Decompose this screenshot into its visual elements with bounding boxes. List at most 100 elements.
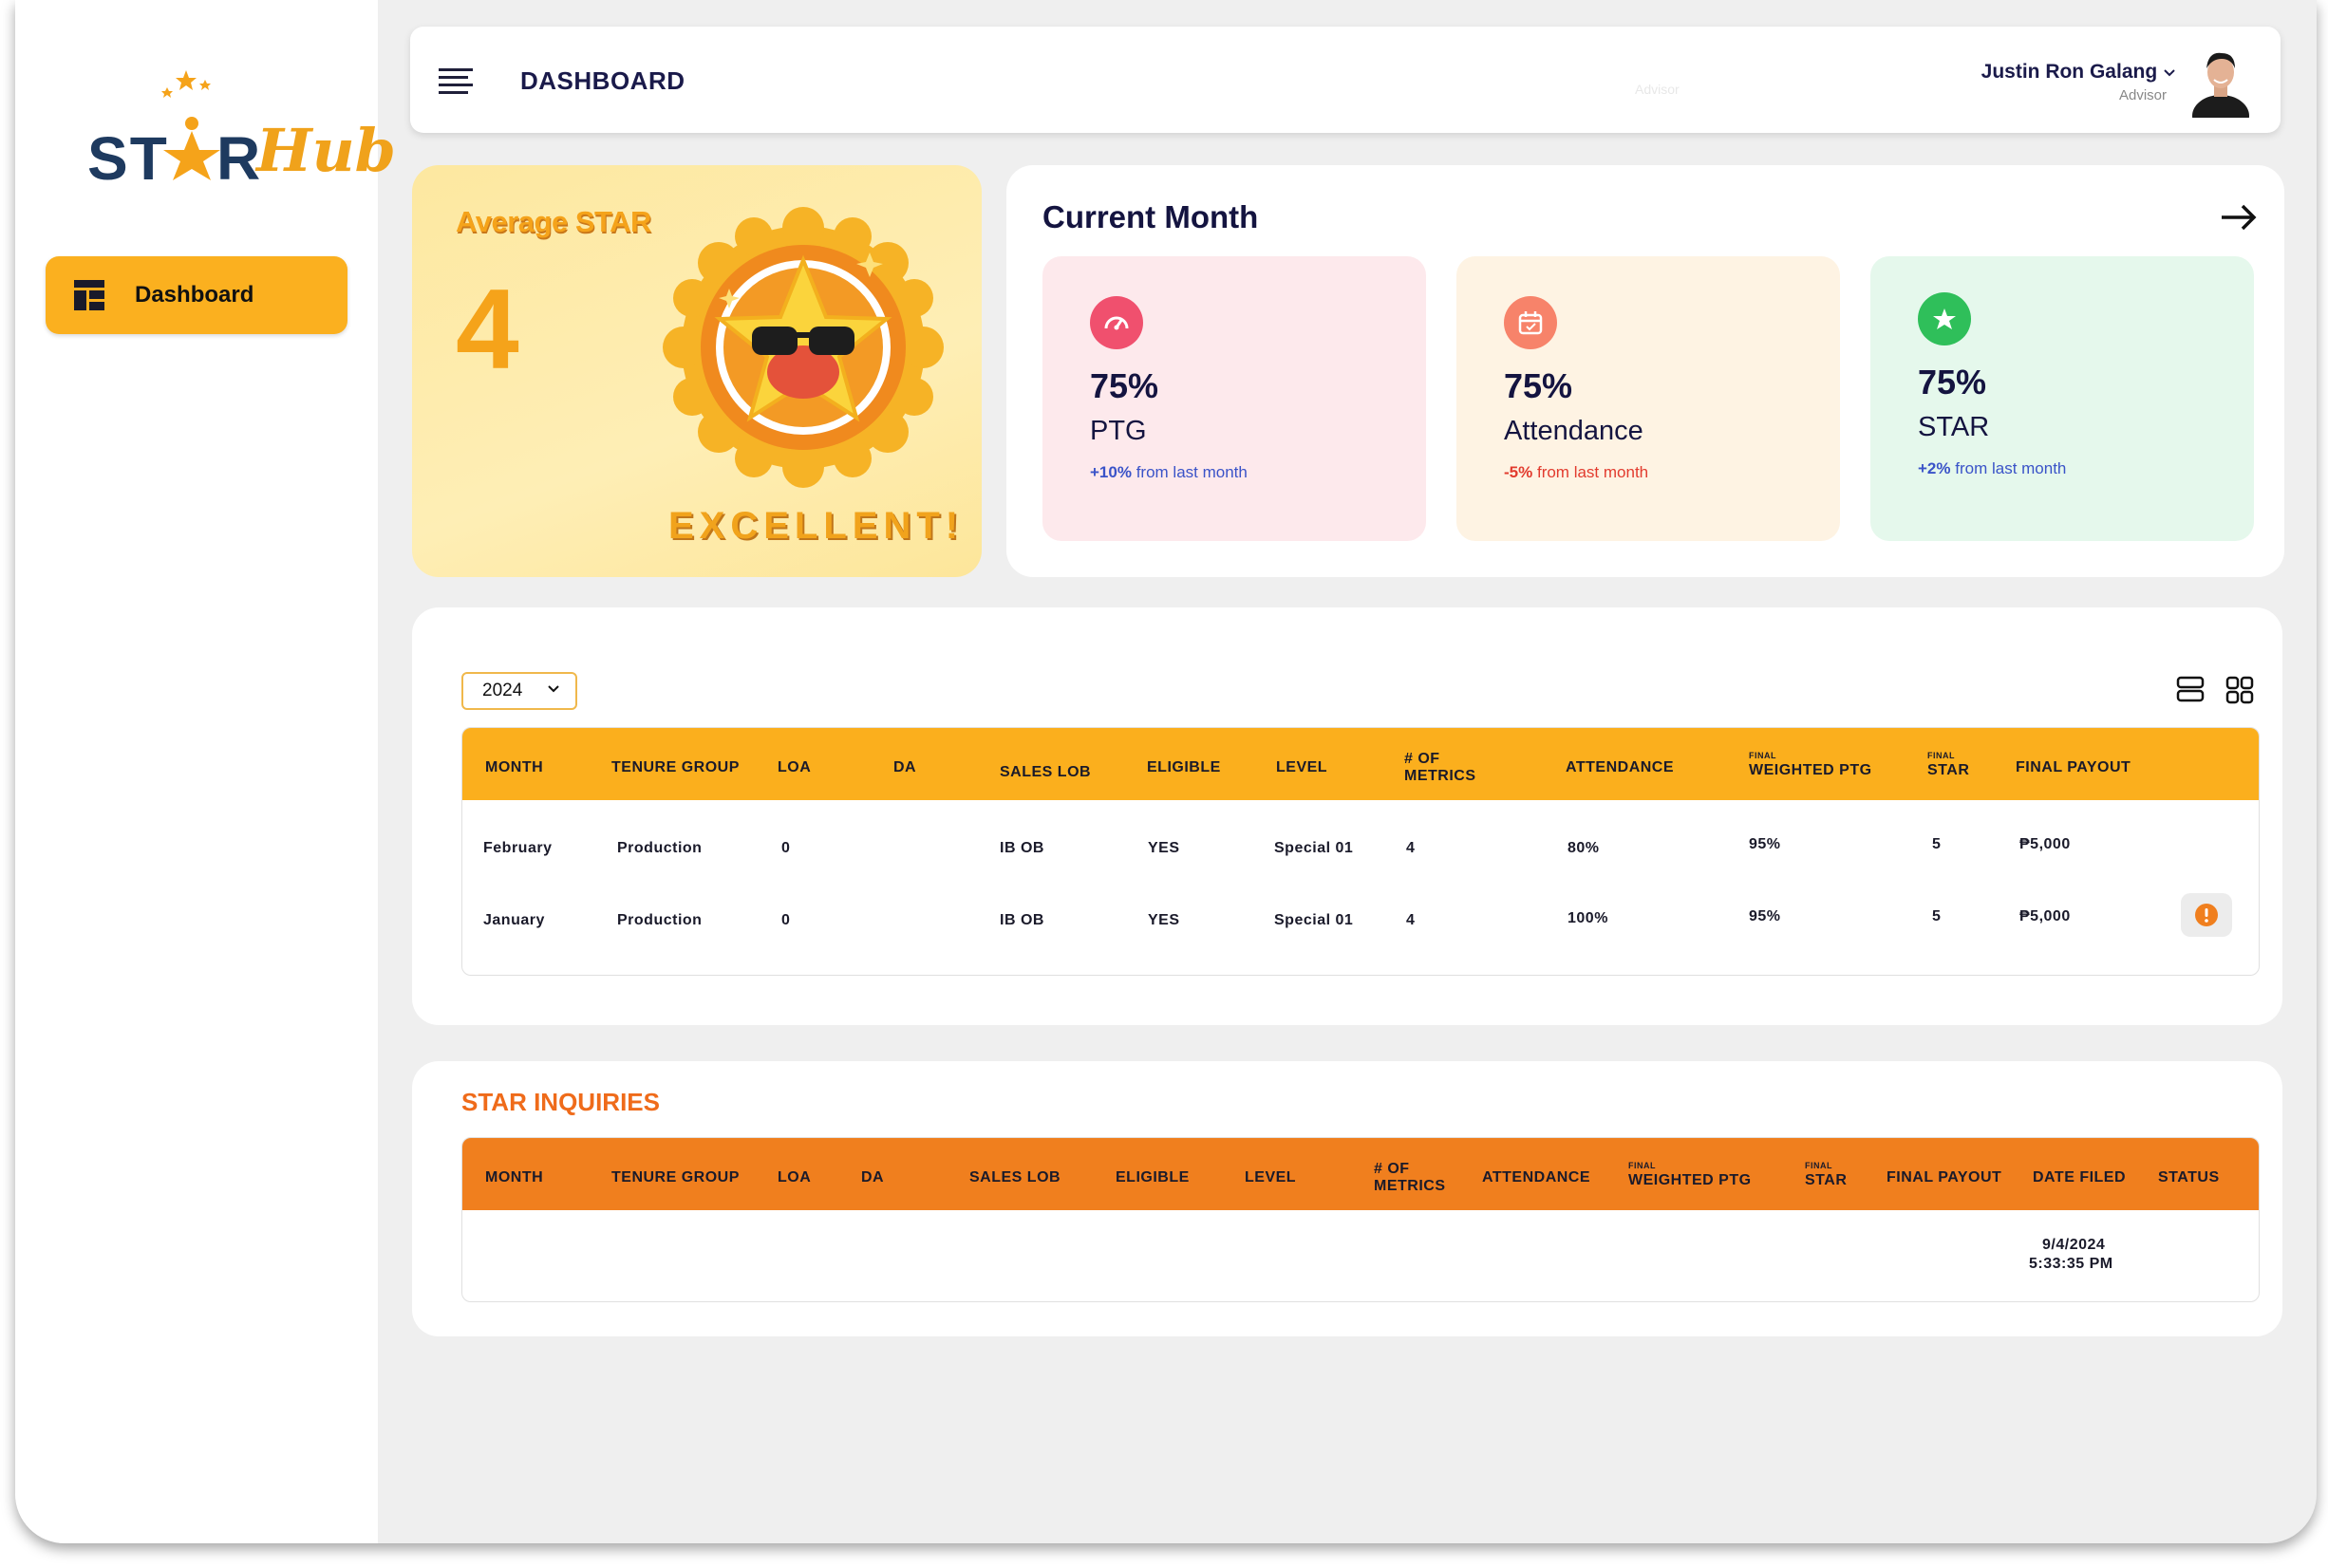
list-view-icon[interactable] [2176,676,2205,702]
star-sunglasses-badge-icon [663,207,944,488]
col-weighted-ptg: FINAL WEIGHTED PTG [1749,751,1872,778]
col-eligible: ELIGIBLE [1116,1169,1190,1185]
col-final-payout: FINAL PAYOUT [1887,1169,2002,1185]
col-date-filed: DATE FILED [2033,1169,2127,1185]
stat-card-attendance[interactable]: 75% Attendance -5% from last month [1456,256,1840,541]
stat-label: PTG [1090,416,1147,446]
cell-tenure: Production [617,840,703,856]
current-month-title: Current Month [1042,199,1259,234]
col-loa: LOA [778,759,812,775]
star-inquiries-card: STAR INQUIRIES MONTH TENURE GROUP LOA DA… [412,1061,2282,1336]
current-month-card: Current Month 75% PTG +10% from last mon… [1006,165,2284,577]
stat-value: 75% [1504,366,1573,405]
logo-st: ST [87,124,169,193]
top-header: DASHBOARD Advisor Justin Ron Galang Advi… [410,27,2281,133]
page-title: DASHBOARD [520,66,685,95]
inquiries-title: STAR INQUIRIES [461,1088,660,1116]
cell-sales-lob: IB OB [1000,840,1044,856]
alert-icon [2195,904,2218,926]
cell-metrics: 4 [1406,840,1416,856]
inquiries-table: MONTH TENURE GROUP LOA DA SALES LOB ELIG… [461,1137,2260,1302]
stat-label: Attendance [1504,416,1643,446]
cell-payout: ₱5,000 [2019,908,2071,924]
user-role: Advisor [2118,87,2167,103]
cell-sales-lob: IB OB [1000,912,1044,928]
table-header: MONTH TENURE GROUP LOA DA SALES LOB ELIG… [462,1138,2259,1210]
cell-weighted-ptg: 95% [1749,836,1781,852]
stat-value: 75% [1918,363,1987,401]
faint-role-text: Advisor [1635,82,1680,97]
cell-payout: ₱5,000 [2019,836,2071,852]
col-sales-lob: SALES LOB [1000,764,1092,780]
col-attendance: ATTENDANCE [1482,1169,1591,1185]
stat-value: 75% [1090,366,1159,405]
stat-change: +2% from last month [1918,459,2067,477]
col-month: MONTH [485,759,544,775]
cell-attendance: 100% [1568,910,1608,926]
col-level: LEVEL [1245,1169,1297,1185]
cell-date-filed-time: 5:33:35 PM [2029,1256,2113,1272]
col-tenure-group: TENURE GROUP [611,1169,740,1185]
cell-tenure: Production [617,912,703,928]
chevron-down-icon [548,685,559,693]
col-attendance: ATTENDANCE [1566,759,1675,775]
cell-weighted-ptg: 95% [1749,908,1781,924]
arrow-right-icon[interactable] [2220,203,2258,232]
cell-level: Special 01 [1274,912,1354,928]
cell-date-filed-date: 9/4/2024 [2042,1237,2106,1253]
payout-table: MONTH TENURE GROUP LOA DA SALES LOB ELIG… [461,727,2260,976]
stat-change: +10% from last month [1090,463,1248,481]
menu-toggle-icon[interactable] [439,68,473,94]
sidebar-item-label: Dashboard [135,282,254,308]
year-select[interactable]: 2024 [461,672,577,710]
cell-star: 5 [1932,836,1942,852]
cell-eligible: YES [1148,912,1180,928]
speedometer-icon [1090,296,1143,349]
average-star-card: Average STAR 4 EXCELLENT! [412,165,982,577]
stat-label: STAR [1918,412,1990,442]
cell-star: 5 [1932,908,1942,924]
cell-metrics: 4 [1406,912,1416,928]
app-window: ST R Hub Dashboard DASHBOARD Advisor Jus… [15,0,2317,1543]
average-star-value: 4 [456,266,519,393]
chevron-down-icon [2164,69,2175,77]
table-header: MONTH TENURE GROUP LOA DA SALES LOB ELIG… [462,728,2259,800]
sidebar-item-dashboard[interactable]: Dashboard [46,256,347,334]
sidebar: ST R Hub Dashboard [15,0,396,1543]
cell-month: February [483,840,553,856]
col-final-payout: FINAL PAYOUT [2016,759,2131,775]
star-icon [1918,292,1971,345]
rating-text: EXCELLENT! [668,505,965,547]
stat-card-star[interactable]: 75% STAR +2% from last month [1870,256,2254,541]
col-month: MONTH [485,1169,544,1185]
col-da: DA [861,1169,885,1185]
calendar-icon [1504,296,1557,349]
avatar[interactable] [2189,46,2252,118]
grid-view-icon[interactable] [2225,676,2254,704]
col-star: FINAL STAR [1805,1161,1848,1188]
col-weighted-ptg: FINAL WEIGHTED PTG [1628,1161,1752,1188]
cell-month: January [483,912,545,928]
cell-eligible: YES [1148,840,1180,856]
view-toggle [2176,676,2254,704]
logo-hub: Hub [256,116,397,185]
cell-loa: 0 [781,840,791,856]
col-sales-lob: SALES LOB [969,1169,1061,1185]
col-metrics: # OF METRICS [1374,1161,1446,1194]
cell-attendance: 80% [1568,840,1600,856]
col-da: DA [893,759,917,775]
col-metrics: # OF METRICS [1404,751,1476,784]
user-menu-button[interactable]: Justin Ron Galang [1981,61,2176,84]
starhub-logo[interactable]: ST R Hub [70,61,396,203]
col-star: FINAL STAR [1927,751,1970,778]
cell-loa: 0 [781,912,791,928]
average-star-title: Average STAR [456,205,651,238]
file-inquiry-button[interactable] [2181,893,2232,937]
sparkle-stars-icon [161,70,211,98]
stat-card-ptg[interactable]: 75% PTG +10% from last month [1042,256,1426,541]
logo-star-icon [163,117,220,180]
payout-table-card: 2024 MONTH TENURE GROUP LOA DA SALES LOB [412,607,2282,1025]
col-tenure-group: TENURE GROUP [611,759,740,775]
col-eligible: ELIGIBLE [1147,759,1221,775]
col-status: STATUS [2158,1169,2220,1185]
